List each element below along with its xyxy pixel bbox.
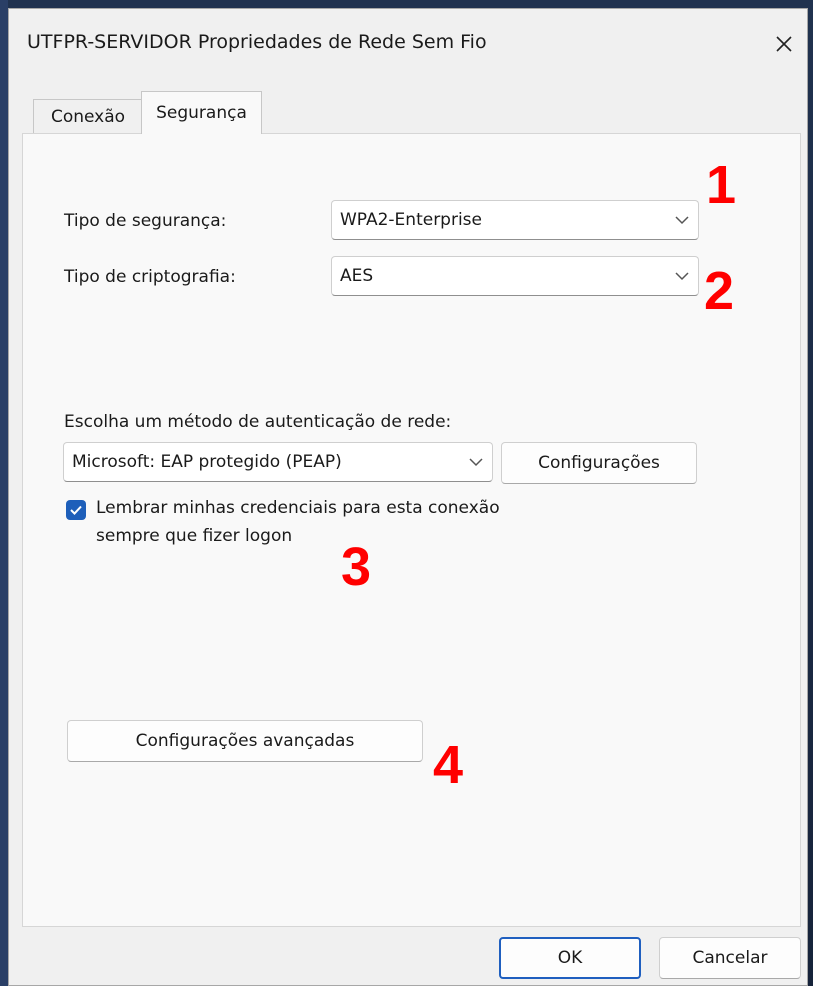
cancel-button-label: Cancelar [692,948,768,968]
window-edge [0,0,8,986]
auth-method-dropdown[interactable]: Microsoft: EAP protegido (PEAP) [63,442,493,482]
ok-button[interactable]: OK [499,937,641,979]
remember-credentials-label-line2: sempre que fizer logon [96,526,293,546]
tab-label: Segurança [156,103,247,123]
properties-dialog: UTFPR-SERVIDOR Propriedades de Rede Sem … [8,8,808,986]
security-tab-panel: Tipo de segurança: WPA2-Enterprise 1 Tip… [22,133,801,927]
security-type-label: Tipo de segurança: [64,211,227,231]
security-type-dropdown[interactable]: WPA2-Enterprise [331,200,699,240]
annotation-2: 2 [704,261,735,321]
title-bar: UTFPR-SERVIDOR Propriedades de Rede Sem … [9,9,807,79]
security-type-value: WPA2-Enterprise [340,210,483,230]
cancel-button[interactable]: Cancelar [659,937,801,979]
auth-settings-button[interactable]: Configurações [501,442,697,484]
close-button[interactable] [761,17,807,71]
ok-button-label: OK [557,948,583,968]
annotation-4: 4 [433,735,464,795]
auth-settings-button-label: Configurações [538,453,660,473]
remember-credentials-label-line1: Lembrar minhas credenciais para esta con… [96,498,500,518]
advanced-settings-button[interactable]: Configurações avançadas [67,720,423,762]
chevron-down-icon [675,272,689,281]
close-icon [776,36,792,52]
annotation-1: 1 [706,155,737,215]
encryption-type-value: AES [340,266,374,286]
auth-method-label: Escolha um método de autenticação de red… [64,412,452,432]
tab-strip: Conexão Segurança [23,91,803,134]
encryption-type-dropdown[interactable]: AES [331,256,699,296]
tab-seguranca[interactable]: Segurança [141,91,262,134]
tab-conexao[interactable]: Conexão [33,99,143,133]
auth-method-value: Microsoft: EAP protegido (PEAP) [72,452,342,472]
encryption-type-label: Tipo de criptografia: [64,267,236,287]
annotation-3: 3 [341,537,372,597]
chevron-down-icon [469,458,483,467]
remember-credentials-checkbox[interactable] [66,500,86,520]
window-title: UTFPR-SERVIDOR Propriedades de Rede Sem … [27,31,487,53]
chevron-down-icon [675,216,689,225]
advanced-settings-button-label: Configurações avançadas [135,731,355,751]
checkmark-icon [70,505,82,515]
tab-label: Conexão [50,106,126,127]
